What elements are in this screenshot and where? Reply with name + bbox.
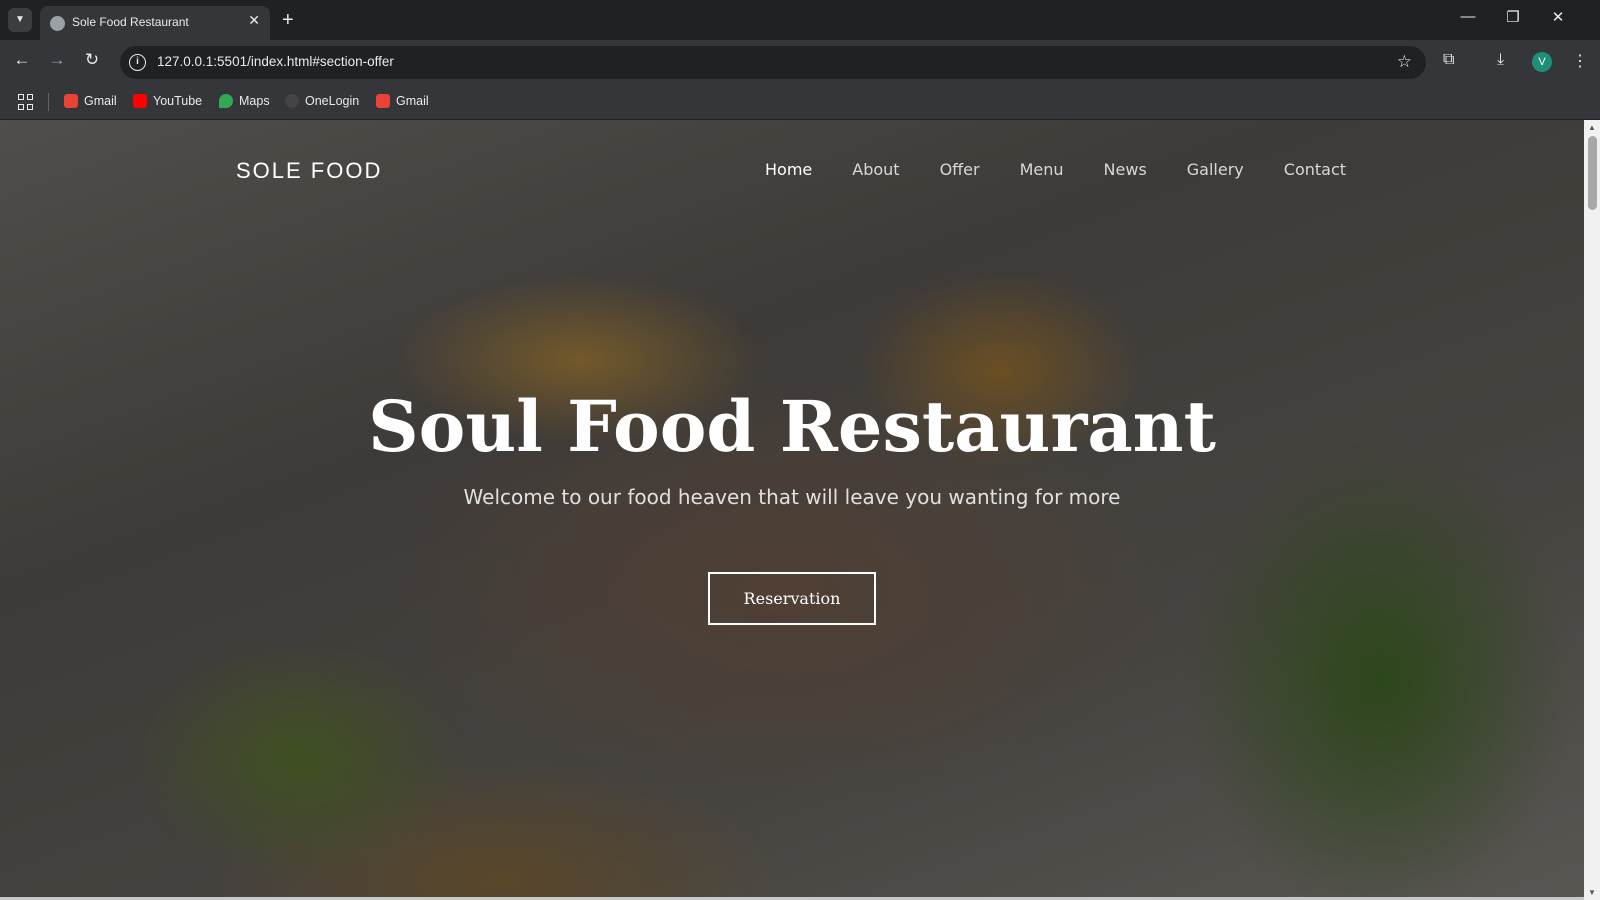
scroll-up-icon[interactable]: ▲ <box>1588 123 1596 132</box>
site-logo[interactable]: SOLE FOOD <box>236 158 382 184</box>
address-bar[interactable]: i 127.0.0.1:5501/index.html#section-offe… <box>120 46 1426 79</box>
download-icon[interactable]: ⤓ <box>1497 51 1504 69</box>
bookmark-label: YouTube <box>153 94 203 108</box>
nav-menu[interactable]: Menu <box>1020 160 1064 179</box>
new-tab-button[interactable]: + <box>282 8 294 32</box>
more-menu-icon[interactable]: ⋮ <box>1572 51 1588 71</box>
nav-home[interactable]: Home <box>765 160 812 179</box>
bookmarks-separator <box>48 93 49 111</box>
tab-strip: ▼ Sole Food Restaurant ✕ + — ❐ ✕ <box>0 0 1600 40</box>
reservation-button[interactable]: Reservation <box>708 572 876 625</box>
close-window-button[interactable]: ✕ <box>1538 8 1578 26</box>
site-info-icon[interactable]: i <box>129 54 146 71</box>
nav-about[interactable]: About <box>852 160 899 179</box>
bookmark-onelogin[interactable]: OneLogin <box>285 94 359 108</box>
profile-avatar[interactable]: V <box>1532 52 1552 72</box>
youtube-icon <box>133 94 147 108</box>
reload-button[interactable]: ↻ <box>80 50 104 70</box>
bookmark-label: Maps <box>239 94 270 108</box>
gmail-icon <box>64 94 78 108</box>
forward-button[interactable]: → <box>45 50 69 70</box>
vertical-scrollbar[interactable]: ▲ ▼ <box>1584 120 1600 900</box>
back-button[interactable]: ← <box>10 50 34 70</box>
url-text[interactable]: 127.0.0.1:5501/index.html#section-offer <box>157 54 394 69</box>
main-nav: Home About Offer Menu News Gallery Conta… <box>765 160 1386 179</box>
gmail-icon <box>376 94 390 108</box>
bookmark-label: OneLogin <box>305 94 360 108</box>
bookmark-label: Gmail <box>84 94 117 108</box>
bookmark-gmail[interactable]: Gmail <box>64 94 117 108</box>
bookmark-label: Gmail <box>396 94 429 108</box>
bookmarks-bar: Gmail YouTube Maps OneLogin Gmail <box>0 85 1600 120</box>
extensions-icon[interactable]: ⧉ <box>1443 51 1454 69</box>
browser-toolbar: ← → ↻ i 127.0.0.1:5501/index.html#sectio… <box>0 40 1600 85</box>
hero-subtitle: Welcome to our food heaven that will lea… <box>463 485 1121 509</box>
bookmark-star-icon[interactable]: ☆ <box>1397 52 1412 72</box>
hero-image-overlay <box>0 120 1584 900</box>
tab-title: Sole Food Restaurant <box>72 15 189 29</box>
globe-icon <box>50 16 65 31</box>
minimize-button[interactable]: — <box>1448 8 1488 25</box>
apps-grid-icon[interactable] <box>18 94 34 110</box>
hero-title: Soul Food Restaurant <box>368 385 1216 468</box>
bookmark-maps[interactable]: Maps <box>219 94 270 108</box>
nav-news[interactable]: News <box>1104 160 1147 179</box>
nav-gallery[interactable]: Gallery <box>1187 160 1244 179</box>
tab-search-button[interactable]: ▼ <box>8 8 32 32</box>
browser-tab[interactable]: Sole Food Restaurant ✕ <box>40 6 270 40</box>
bookmark-gmail[interactable]: Gmail <box>376 94 429 108</box>
close-tab-icon[interactable]: ✕ <box>248 12 260 29</box>
scroll-down-icon[interactable]: ▼ <box>1588 888 1596 897</box>
hero-section: SOLE FOOD Home About Offer Menu News Gal… <box>0 120 1584 900</box>
restore-button[interactable]: ❐ <box>1493 8 1533 26</box>
nav-contact[interactable]: Contact <box>1284 160 1346 179</box>
onelogin-icon <box>285 94 299 108</box>
scrollbar-thumb[interactable] <box>1588 136 1597 210</box>
maps-icon <box>219 94 233 108</box>
nav-offer[interactable]: Offer <box>940 160 980 179</box>
bookmark-youtube[interactable]: YouTube <box>133 94 202 108</box>
